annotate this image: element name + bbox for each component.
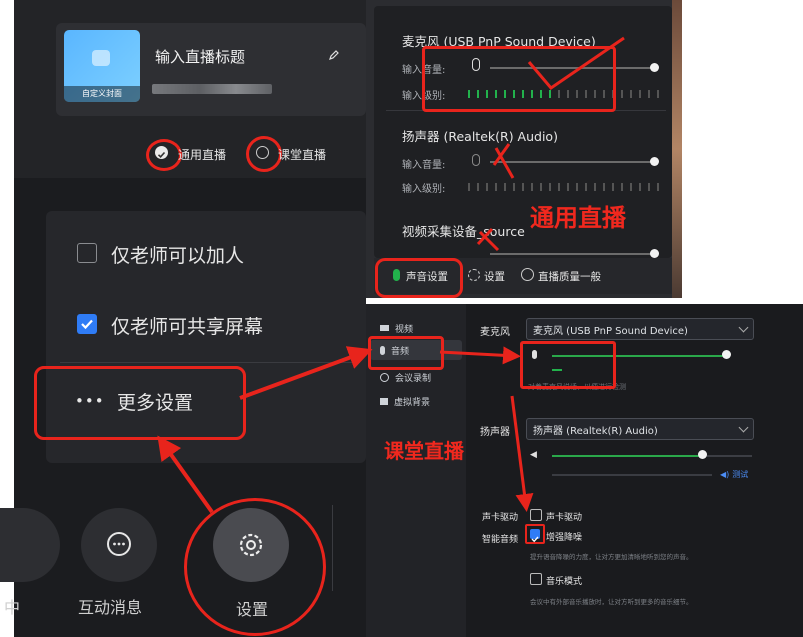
annotation-arrows — [157, 346, 534, 514]
